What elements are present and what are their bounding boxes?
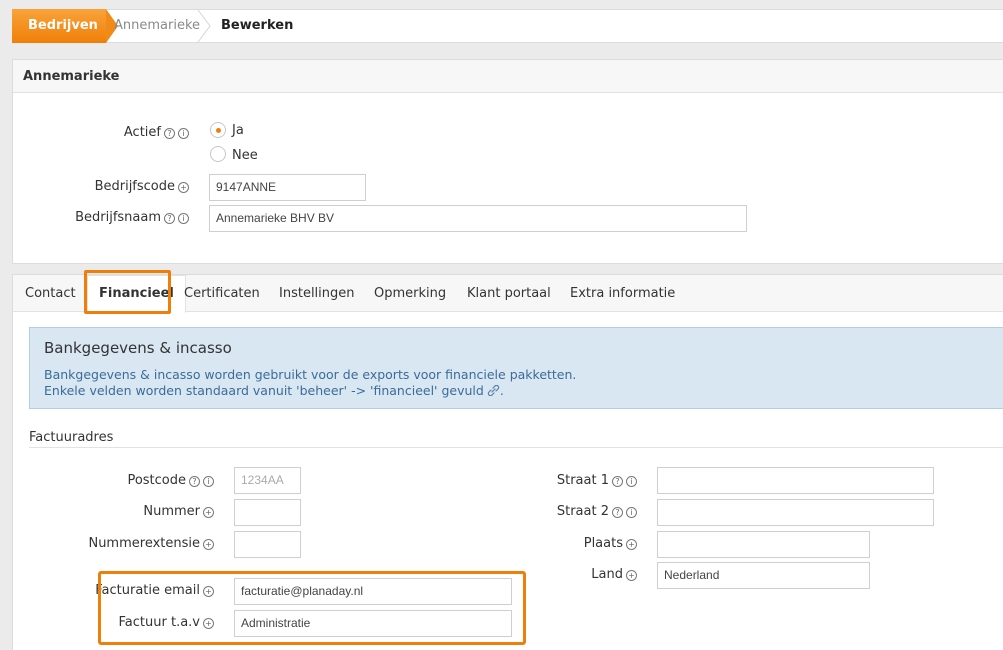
info-title: Bankgegevens & incasso [44,339,232,357]
bedrijfscode-input[interactable]: 9147ANNE [209,174,366,201]
straat2-label: Straat 2? i [557,504,637,519]
panel-title: Annemarieke [13,60,1003,93]
nummer-label-text: Nummer [143,504,200,519]
highlight-email-box [98,571,526,645]
section-factuuradres: Factuuradres [29,430,114,445]
breadcrumb-current: Bewerken [221,18,294,33]
nummer-label: Nummer + [143,504,214,519]
info-icon[interactable]: i [626,507,637,518]
actief-label: Actief? i [124,125,189,140]
land-label-text: Land [591,567,623,582]
nummerextensie-label-text: Nummerextensie [88,536,200,551]
postcode-label: Postcode? i [127,473,214,488]
info-line-2-text: Enkele velden worden standaard vanuit 'b… [44,383,484,398]
company-panel: Annemarieke Actief? i Ja Nee Bedrijfscode… [12,59,1003,264]
actief-label-text: Actief [123,125,161,140]
bedrijfscode-label: Bedrijfscode + [95,179,189,194]
bedrijfsnaam-input[interactable]: Annemarieke BHV BV [209,205,747,232]
straat2-label-text: Straat 2 [556,504,609,519]
details-panel: Contact Financieel Certificaten Instelli… [12,270,1003,650]
tab-opmerking[interactable]: Opmerking [374,286,446,301]
tab-instellingen[interactable]: Instellingen [279,286,355,301]
highlight-financieel-tab [84,270,171,314]
postcode-label-text: Postcode [127,473,186,488]
plus-icon[interactable]: + [178,182,189,193]
nummerextensie-input[interactable] [234,531,301,558]
bedrijfsnaam-label-text: Bedrijfsnaam [75,210,161,225]
radio-ja[interactable] [210,122,226,138]
straat2-input[interactable] [657,499,934,526]
info-line-1: Bankgegevens & incasso worden gebruikt v… [44,367,577,382]
land-select[interactable]: Nederland [657,562,870,589]
plus-icon[interactable]: + [203,507,214,518]
help-icon[interactable]: ? [189,476,200,487]
link-icon[interactable] [487,384,500,397]
info-icon[interactable]: i [178,128,189,139]
radio-ja-label[interactable]: Ja [232,123,244,138]
help-icon[interactable]: ? [164,128,175,139]
land-label: Land + [591,567,637,582]
bedrijfsnaam-label: Bedrijfsnaam? i [75,210,189,225]
info-box: Bankgegevens & incasso Bankgegevens & in… [29,327,1003,409]
info-icon[interactable]: i [178,213,189,224]
postcode-input[interactable]: 1234AA [234,467,301,494]
breadcrumb-bedrijven[interactable]: Bedrijven [12,9,118,43]
help-icon[interactable]: ? [612,507,623,518]
breadcrumb: Bedrijven Annemarieke Bewerken [12,9,1003,43]
tab-contact[interactable]: Contact [25,286,76,301]
plus-icon[interactable]: + [203,539,214,550]
straat1-input[interactable] [657,467,934,494]
info-line-2: Enkele velden worden standaard vanuit 'b… [44,383,504,398]
straat1-label-text: Straat 1 [556,473,609,488]
tab-klant-portaal[interactable]: Klant portaal [467,286,551,301]
help-icon[interactable]: ? [164,213,175,224]
section-divider [29,447,1003,448]
plaats-label: Plaats + [584,536,637,551]
breadcrumb-company[interactable]: Annemarieke [114,10,200,42]
plus-icon[interactable]: + [626,539,637,550]
nummer-input[interactable] [234,499,301,526]
nummerextensie-label: Nummerextensie + [88,536,214,551]
radio-nee-label[interactable]: Nee [232,148,258,163]
breadcrumb-separator-icon [197,10,211,42]
plus-icon[interactable]: + [626,570,637,581]
plaats-input[interactable] [657,531,870,558]
tab-certificaten[interactable]: Certificaten [184,286,260,301]
straat1-label: Straat 1? i [557,473,637,488]
radio-nee[interactable] [210,146,226,162]
tab-extra-informatie[interactable]: Extra informatie [570,286,675,301]
info-icon[interactable]: i [626,476,637,487]
plaats-label-text: Plaats [583,536,623,551]
bedrijfscode-label-text: Bedrijfscode [94,179,175,194]
help-icon[interactable]: ? [612,476,623,487]
info-icon[interactable]: i [203,476,214,487]
